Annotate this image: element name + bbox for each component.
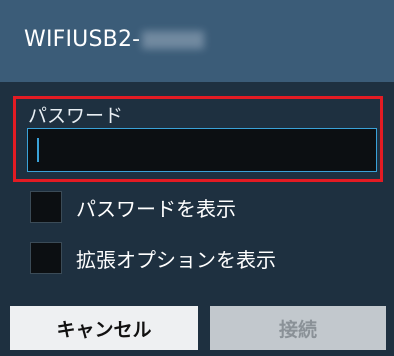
dialog-title: WIFIUSB2- (24, 27, 205, 52)
wifi-connect-dialog: WIFIUSB2- パスワード パスワードを表示 拡張オプションを表示 キャンセ… (0, 0, 394, 356)
text-cursor (37, 138, 39, 162)
show-password-row[interactable]: パスワードを表示 (30, 191, 236, 223)
password-label: パスワード (28, 105, 124, 127)
advanced-options-checkbox[interactable] (30, 242, 62, 274)
cancel-button[interactable]: キャンセル (10, 306, 198, 350)
network-name: WIFIUSB2- (24, 27, 141, 52)
connect-button[interactable]: 接続 (210, 306, 386, 350)
password-input[interactable] (27, 128, 377, 172)
advanced-options-row[interactable]: 拡張オプションを表示 (30, 242, 276, 274)
advanced-options-label: 拡張オプションを表示 (76, 247, 276, 272)
dialog-title-bar: WIFIUSB2- (0, 0, 394, 82)
redacted-ssid-suffix (142, 31, 205, 49)
show-password-checkbox[interactable] (30, 191, 62, 223)
show-password-label: パスワードを表示 (76, 196, 236, 221)
